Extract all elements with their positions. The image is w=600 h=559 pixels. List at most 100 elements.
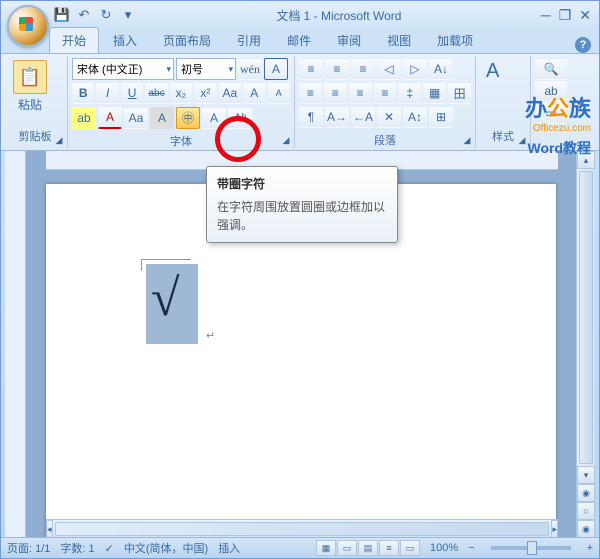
font-family-combo[interactable]: 宋体 (中文正) — [72, 58, 174, 80]
change-case-button[interactable]: Aa — [219, 82, 241, 104]
status-page[interactable]: 页面: 1/1 — [7, 540, 50, 556]
document-content-checkmark: √ — [151, 269, 180, 328]
status-language[interactable]: 中文(简体，中国) — [124, 540, 208, 556]
help-button[interactable]: ? — [575, 37, 591, 53]
window-title: 文档 1 - Microsoft Word — [137, 7, 541, 24]
borders-button[interactable]: 田 — [448, 82, 471, 104]
strike-button[interactable]: abc — [145, 82, 167, 104]
tab-mailings[interactable]: 邮件 — [275, 28, 323, 53]
clipboard-launcher[interactable]: ◢ — [53, 134, 65, 146]
phonetic-guide-button[interactable]: wén — [238, 58, 262, 80]
qat-more[interactable]: ▾ — [119, 6, 137, 24]
tab-insert[interactable]: 插入 — [101, 28, 149, 53]
indent-button[interactable]: ▷ — [403, 58, 427, 80]
dedent-button[interactable]: ◁ — [377, 58, 401, 80]
vscroll-thumb[interactable] — [579, 171, 593, 464]
tab-references[interactable]: 引用 — [225, 28, 273, 53]
group-font-label: 字体 — [72, 131, 290, 151]
browse-object-button[interactable]: ○ — [577, 502, 595, 520]
scroll-left-button[interactable]: ◂ — [46, 520, 53, 538]
zoom-in-button[interactable]: + — [587, 542, 593, 554]
combine-chars-button[interactable]: A↕ — [403, 106, 427, 128]
tab-review[interactable]: 审阅 — [325, 28, 373, 53]
numbering-button[interactable]: ≡ — [325, 58, 349, 80]
paragraph-launcher[interactable]: ◢ — [461, 134, 473, 146]
zoom-out-button[interactable]: − — [468, 542, 474, 554]
prev-page-button[interactable]: ◉ — [577, 484, 595, 502]
superscript-button[interactable]: x² — [194, 82, 216, 104]
tab-view[interactable]: 视图 — [375, 28, 423, 53]
status-insert-mode[interactable]: 插入 — [218, 540, 240, 556]
status-proof[interactable]: ✓ — [105, 542, 114, 555]
paragraph-mark: ↵ — [206, 329, 215, 342]
clear-format-button[interactable]: A — [202, 107, 226, 129]
enclosed-char-button[interactable]: ㊥ — [176, 107, 200, 129]
group-paragraph-label: 段落 — [299, 130, 471, 150]
qat-undo[interactable]: ↶ — [75, 6, 93, 24]
qat-redo[interactable]: ↻ — [97, 6, 115, 24]
paste-label: 粘贴 — [18, 96, 42, 113]
italic-button[interactable]: I — [96, 82, 118, 104]
font-effects-button[interactable]: Aᵇ — [228, 107, 252, 129]
view-print-layout[interactable]: ▦ — [316, 540, 336, 556]
scroll-right-button[interactable]: ▸ — [551, 520, 558, 538]
sort-button[interactable]: A↓ — [429, 58, 453, 80]
tab-layout[interactable]: 页面布局 — [151, 28, 223, 53]
styles-icon: A — [486, 60, 499, 83]
view-outline[interactable]: ≡ — [379, 540, 399, 556]
horizontal-scrollbar[interactable]: ◂ ▸ — [46, 519, 558, 538]
justify-button[interactable]: ≡ — [374, 82, 397, 104]
tab-addins[interactable]: 加载项 — [425, 28, 485, 53]
close-button[interactable]: ✕ — [579, 7, 591, 24]
zoom-slider[interactable] — [491, 546, 571, 550]
vertical-scrollbar[interactable]: ▴ ▾ ◉ ○ ◉ — [576, 151, 595, 538]
hscroll-thumb[interactable] — [55, 522, 550, 536]
shrink-font-button[interactable]: A — [268, 82, 290, 104]
font-launcher[interactable]: ◢ — [280, 134, 292, 146]
line-spacing-button[interactable]: ‡ — [398, 82, 421, 104]
tooltip-title: 带圈字符 — [217, 175, 387, 192]
grow-font-button[interactable]: A — [243, 82, 265, 104]
cursor-indicator-v — [141, 259, 143, 271]
view-web[interactable]: ▤ — [358, 540, 378, 556]
font-color-button[interactable]: A — [98, 106, 122, 129]
view-full-reading[interactable]: ▭ — [337, 540, 357, 556]
view-draft[interactable]: ▭ — [400, 540, 420, 556]
bullets-button[interactable]: ≡ — [299, 58, 323, 80]
scroll-down-button[interactable]: ▾ — [577, 466, 595, 484]
align-right-button[interactable]: ≡ — [349, 82, 372, 104]
align-center-button[interactable]: ≡ — [324, 82, 347, 104]
cursor-indicator — [141, 259, 191, 261]
char-shading-button[interactable]: A — [150, 107, 174, 129]
office-button[interactable] — [7, 5, 49, 47]
zoom-level[interactable]: 100% — [430, 542, 458, 554]
asian-layout-button[interactable]: ✕ — [377, 106, 401, 128]
tooltip-enclosed-char: 带圈字符 在字符周围放置圆圈或边框加以强调。 — [206, 166, 398, 243]
qat-save[interactable]: 💾 — [53, 6, 71, 24]
multilevel-button[interactable]: ≡ — [351, 58, 375, 80]
maximize-button[interactable]: ❐ — [559, 7, 572, 24]
paste-icon: 📋 — [13, 60, 47, 94]
rtl-button[interactable]: ←A — [351, 106, 375, 128]
subscript-button[interactable]: x₂ — [170, 82, 192, 104]
bold-button[interactable]: B — [72, 82, 94, 104]
char-scale-button[interactable]: Aa — [124, 107, 148, 129]
shading-button[interactable]: ▦ — [423, 82, 446, 104]
char-border-button[interactable]: A — [264, 58, 288, 80]
ltr-button[interactable]: A→ — [325, 106, 349, 128]
tab-home[interactable]: 开始 — [49, 27, 99, 53]
tooltip-body: 在字符周围放置圆圈或边框加以强调。 — [217, 198, 387, 234]
align-left-button[interactable]: ≡ — [299, 82, 322, 104]
show-marks-button[interactable]: ¶ — [299, 106, 323, 128]
find-button[interactable]: 🔍 — [535, 58, 567, 80]
vertical-ruler[interactable] — [5, 151, 26, 538]
font-size-combo[interactable]: 初号 — [176, 58, 236, 80]
highlight-button[interactable]: ab — [72, 107, 96, 129]
styles-button[interactable]: A — [480, 58, 505, 85]
next-page-button[interactable]: ◉ — [577, 520, 595, 538]
underline-button[interactable]: U — [121, 82, 143, 104]
minimize-button[interactable]: ─ — [541, 7, 551, 24]
paste-button[interactable]: 📋 粘贴 — [7, 58, 53, 115]
snap-button[interactable]: ⊞ — [429, 106, 453, 128]
status-words[interactable]: 字数: 1 — [60, 540, 94, 556]
